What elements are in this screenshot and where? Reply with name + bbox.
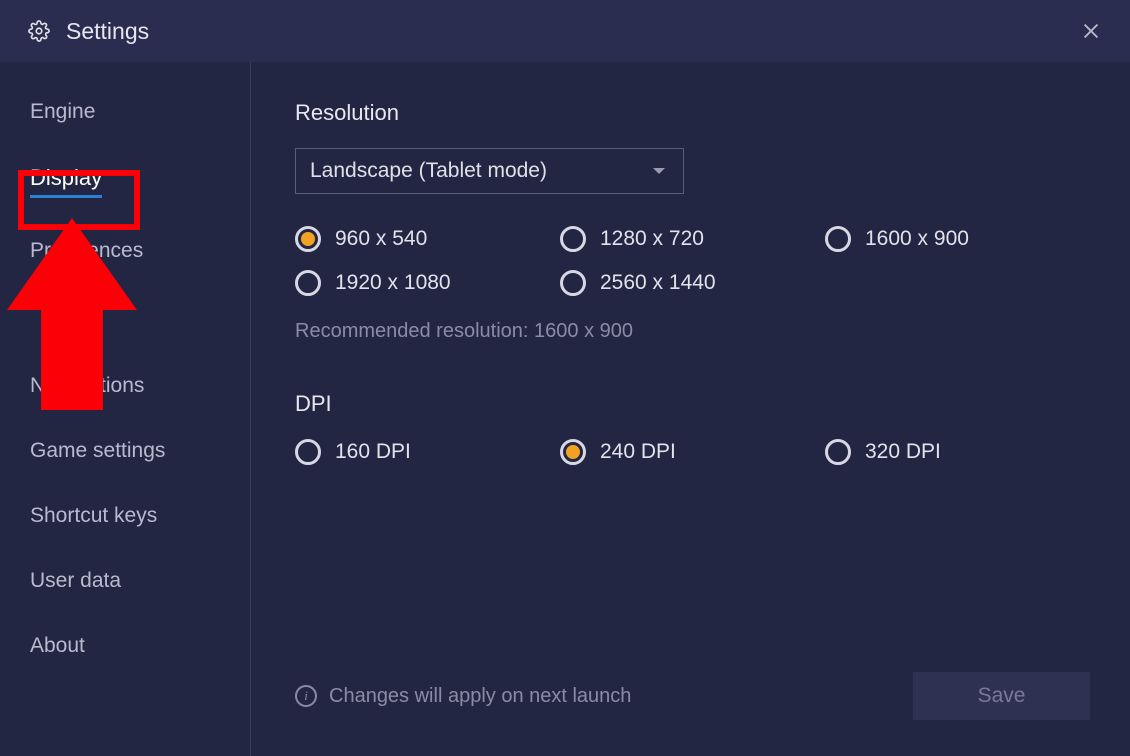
sidebar-item-engine[interactable]: Engine (30, 100, 95, 124)
radio-label: 240 DPI (600, 440, 676, 464)
radio-icon (295, 439, 321, 465)
radio-resolution-1280x720[interactable]: 1280 x 720 (560, 226, 825, 252)
radio-resolution-1600x900[interactable]: 1600 x 900 (825, 226, 1090, 252)
info-left: i Changes will apply on next launch (295, 685, 631, 708)
radio-icon (825, 226, 851, 252)
sidebar-item-preferences[interactable]: Preferences (30, 239, 143, 263)
save-button[interactable]: Save (913, 672, 1090, 720)
resolution-radio-grid: 960 x 540 1280 x 720 1600 x 900 1920 x 1… (295, 226, 1090, 296)
info-text: Changes will apply on next launch (329, 685, 631, 708)
body-area: Engine Display Preferences Notifications… (0, 62, 1130, 756)
recommended-resolution-text: Recommended resolution: 1600 x 900 (295, 320, 1090, 343)
sidebar-item-notifications[interactable]: Notifications (30, 374, 144, 398)
radio-label: 160 DPI (335, 440, 411, 464)
page-title: Settings (66, 18, 149, 45)
active-underline (30, 195, 102, 198)
sidebar: Engine Display Preferences Notifications… (0, 62, 251, 756)
footer-row: i Changes will apply on next launch Save (295, 672, 1090, 720)
radio-icon (560, 439, 586, 465)
radio-label: 1280 x 720 (600, 227, 704, 251)
radio-resolution-2560x1440[interactable]: 2560 x 1440 (560, 270, 825, 296)
radio-dpi-160[interactable]: 160 DPI (295, 439, 560, 465)
radio-icon (295, 270, 321, 296)
info-icon: i (295, 685, 317, 707)
radio-label: 1600 x 900 (865, 227, 969, 251)
radio-dpi-320[interactable]: 320 DPI (825, 439, 1090, 465)
dropdown-value: Landscape (Tablet mode) (310, 159, 547, 183)
sidebar-item-label: Display (30, 165, 102, 190)
sidebar-item-display[interactable]: Display (30, 165, 102, 198)
chevron-down-icon (653, 168, 665, 174)
resolution-mode-dropdown[interactable]: Landscape (Tablet mode) (295, 148, 684, 194)
radio-resolution-960x540[interactable]: 960 x 540 (295, 226, 560, 252)
radio-resolution-1920x1080[interactable]: 1920 x 1080 (295, 270, 560, 296)
radio-label: 320 DPI (865, 440, 941, 464)
radio-icon (560, 270, 586, 296)
radio-label: 960 x 540 (335, 227, 427, 251)
resolution-title: Resolution (295, 100, 1090, 126)
radio-icon (295, 226, 321, 252)
gear-icon (28, 20, 50, 42)
sidebar-item-game-settings[interactable]: Game settings (30, 439, 165, 463)
sidebar-item-user-data[interactable]: User data (30, 569, 121, 593)
header-left: Settings (28, 18, 149, 45)
dpi-radio-grid: 160 DPI 240 DPI 320 DPI (295, 439, 1090, 465)
radio-icon (560, 226, 586, 252)
header: Settings (0, 0, 1130, 62)
close-icon[interactable] (1080, 20, 1102, 42)
sidebar-item-about[interactable]: About (30, 634, 85, 658)
content: Resolution Landscape (Tablet mode) 960 x… (251, 62, 1130, 756)
radio-label: 1920 x 1080 (335, 271, 451, 295)
dpi-section: DPI 160 DPI 240 DPI 320 DPI (295, 391, 1090, 465)
dpi-title: DPI (295, 391, 1090, 417)
radio-label: 2560 x 1440 (600, 271, 716, 295)
radio-dpi-240[interactable]: 240 DPI (560, 439, 825, 465)
radio-icon (825, 439, 851, 465)
sidebar-item-shortcut-keys[interactable]: Shortcut keys (30, 504, 157, 528)
